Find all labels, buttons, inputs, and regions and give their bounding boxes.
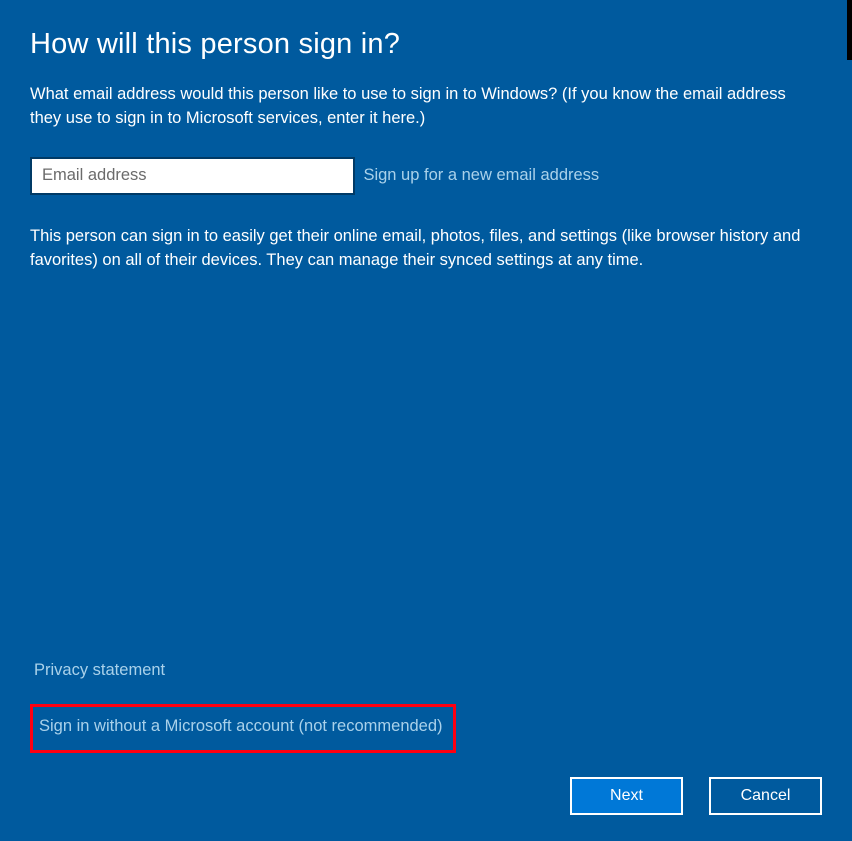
email-input[interactable] [30,157,355,195]
next-button[interactable]: Next [570,777,683,815]
page-title: How will this person sign in? [30,28,822,61]
cancel-button[interactable]: Cancel [709,777,822,815]
intro-text: What email address would this person lik… [30,83,820,131]
sign-in-without-account-link[interactable]: Sign in without a Microsoft account (not… [39,717,443,736]
scrollbar-indicator [847,0,852,60]
privacy-link[interactable]: Privacy statement [34,661,456,680]
signup-link[interactable]: Sign up for a new email address [363,166,599,185]
description-text: This person can sign in to easily get th… [30,225,820,273]
highlight-annotation: Sign in without a Microsoft account (not… [30,704,456,753]
